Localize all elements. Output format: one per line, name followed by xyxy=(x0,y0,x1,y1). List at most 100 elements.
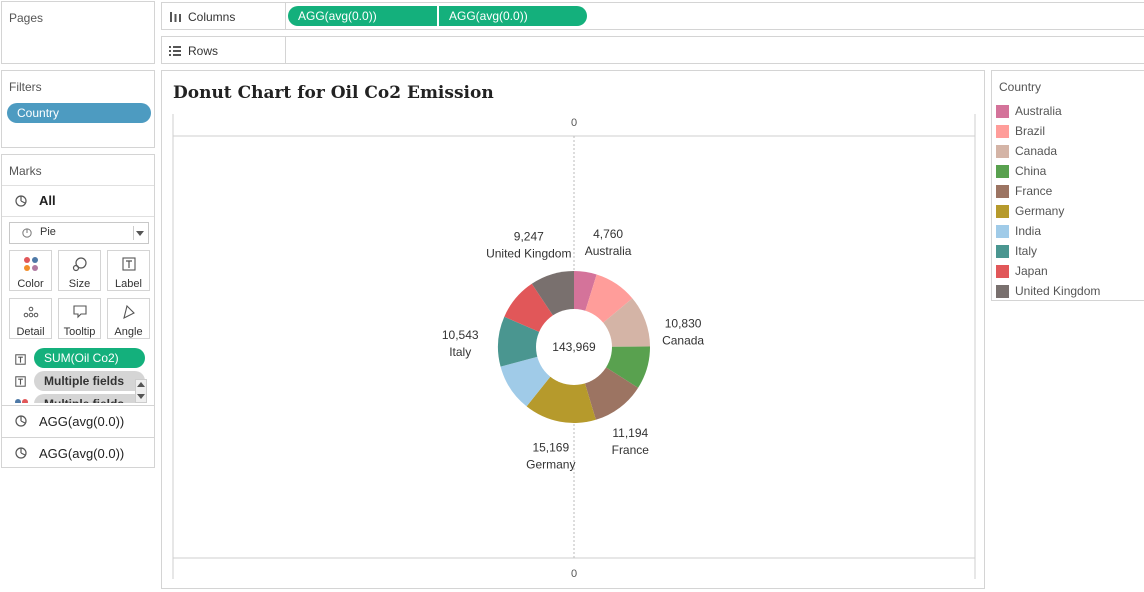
view-panel: Donut Chart for Oil Co2 Emission 0 0 143… xyxy=(161,70,985,589)
legend-item-germany[interactable]: Germany xyxy=(996,201,1064,221)
color-label: Color xyxy=(17,278,44,290)
field-list-scrollbar[interactable] xyxy=(135,379,147,403)
pie-icon xyxy=(15,447,27,459)
legend-label: France xyxy=(1015,184,1053,198)
mark-type-label: Pie xyxy=(40,226,56,238)
column-pill-agg-2[interactable]: AGG(avg(0.0)) xyxy=(439,6,587,26)
slice-value-label: 10,830 xyxy=(665,317,702,331)
legend-panel: Country Australia Brazil Canada China France… xyxy=(991,70,1144,301)
legend-label: Australia xyxy=(1015,104,1062,118)
tooltip-button[interactable]: Tooltip xyxy=(58,298,101,339)
chevron-down-icon xyxy=(136,231,144,236)
color-icon xyxy=(15,399,28,403)
slice-value-label: 11,194 xyxy=(612,426,648,440)
donut-chart: 0 0 143,969 4,760 Australia 10,830 Canada 11… xyxy=(172,114,976,580)
legend-item-australia[interactable]: Australia xyxy=(996,101,1062,121)
rows-label: Rows xyxy=(188,44,219,58)
angle-icon xyxy=(122,304,135,320)
pages-title: Pages xyxy=(9,11,44,25)
legend-item-canada[interactable]: Canada xyxy=(996,141,1057,161)
label-button[interactable]: Label xyxy=(107,250,150,291)
legend-title: Country xyxy=(999,80,1042,94)
legend-swatch xyxy=(996,124,1009,138)
label-label: Label xyxy=(115,278,142,290)
tooltip-label: Tooltip xyxy=(63,326,96,338)
legend-swatch xyxy=(996,144,1009,158)
slice-name-label: Australia xyxy=(585,244,632,258)
legend-item-brazil[interactable]: Brazil xyxy=(996,121,1045,141)
text-label-icon xyxy=(121,257,136,271)
color-icon xyxy=(23,257,38,271)
size-icon xyxy=(72,257,87,272)
axis-top-label: 0 xyxy=(571,117,577,129)
mark-type-dropdown[interactable]: Pie xyxy=(9,222,149,244)
filter-pill-country[interactable]: Country xyxy=(7,103,151,123)
field-pill-multiple-fields-2[interactable]: Multiple fields xyxy=(34,394,145,403)
legend-label: United Kingdom xyxy=(1015,284,1101,298)
legend-swatch xyxy=(996,284,1009,298)
size-label: Size xyxy=(68,278,91,290)
detail-button[interactable]: Detail xyxy=(9,298,52,339)
pie-icon xyxy=(15,415,27,427)
columns-shelf[interactable]: Columns AGG(avg(0.0)) AGG(avg(0.0)) xyxy=(161,2,1144,30)
marks-card-agg-2[interactable]: AGG(avg(0.0)) xyxy=(2,438,154,468)
legend-swatch xyxy=(996,184,1009,198)
pie-icon xyxy=(22,228,32,238)
slice-name-label: Canada xyxy=(662,334,704,348)
columns-label: Columns xyxy=(188,10,236,24)
legend-item-india[interactable]: India xyxy=(996,221,1041,241)
angle-label: Angle xyxy=(114,326,143,338)
text-label-icon xyxy=(15,376,26,387)
legend-label: India xyxy=(1015,224,1042,238)
slice-value-label: 4,760 xyxy=(593,227,623,241)
legend-item-france[interactable]: France xyxy=(996,181,1052,201)
filters-panel: Filters Country xyxy=(1,70,155,148)
tooltip-icon xyxy=(72,305,87,319)
filters-title: Filters xyxy=(9,80,42,94)
size-button[interactable]: Size xyxy=(58,250,101,291)
legend-swatch xyxy=(996,264,1009,278)
marks-card-agg-1-label: AGG(avg(0.0)) xyxy=(39,414,125,429)
legend-item-united-kingdom[interactable]: United Kingdom xyxy=(996,281,1100,301)
legend-label: Germany xyxy=(1015,204,1065,218)
marks-all-row[interactable]: All xyxy=(2,186,154,216)
marks-title: Marks xyxy=(9,164,42,178)
angle-button[interactable]: Angle xyxy=(107,298,150,339)
slice-name-label: France xyxy=(612,443,650,457)
column-pill-agg-1[interactable]: AGG(avg(0.0)) xyxy=(288,6,437,26)
legend-swatch xyxy=(996,244,1009,258)
detail-label: Detail xyxy=(16,326,45,338)
legend-label: Japan xyxy=(1015,264,1048,278)
field-pill-multiple-fields[interactable]: Multiple fields xyxy=(34,371,145,391)
marks-card-agg-2-label: AGG(avg(0.0)) xyxy=(39,446,125,461)
legend-label: Canada xyxy=(1015,144,1058,158)
legend-label: Italy xyxy=(1015,244,1038,258)
text-label-icon xyxy=(15,354,26,365)
marks-field-list: SUM(Oil Co2) Multiple fields Multiple fi… xyxy=(2,345,154,403)
slice-name-label: Italy xyxy=(449,345,471,359)
axis-bottom-label: 0 xyxy=(571,568,577,580)
slice-value-label: 15,169 xyxy=(532,441,569,455)
field-pill-sum-oil-co2[interactable]: SUM(Oil Co2) xyxy=(34,348,145,368)
legend-item-italy[interactable]: Italy xyxy=(996,241,1037,261)
pages-panel: Pages xyxy=(1,1,155,64)
slice-name-label: Germany xyxy=(526,458,575,472)
slice-name-label: United Kingdom xyxy=(486,246,571,260)
detail-icon xyxy=(23,306,38,318)
color-button[interactable]: Color xyxy=(9,250,52,291)
marks-all-label: All xyxy=(39,193,56,208)
legend-swatch xyxy=(996,204,1009,218)
donut-total-label: 143,969 xyxy=(552,340,596,354)
slice-value-label: 9,247 xyxy=(514,229,544,243)
rows-shelf[interactable]: Rows xyxy=(161,36,1144,64)
pie-icon xyxy=(15,195,27,207)
legend-swatch xyxy=(996,164,1009,178)
columns-icon xyxy=(170,12,181,22)
legend-swatch xyxy=(996,224,1009,238)
legend-label: China xyxy=(1015,164,1047,178)
legend-item-china[interactable]: China xyxy=(996,161,1046,181)
marks-card-agg-1[interactable]: AGG(avg(0.0)) xyxy=(2,406,154,437)
legend-swatch xyxy=(996,104,1009,118)
legend-item-japan[interactable]: Japan xyxy=(996,261,1048,281)
legend-label: Brazil xyxy=(1015,124,1046,138)
